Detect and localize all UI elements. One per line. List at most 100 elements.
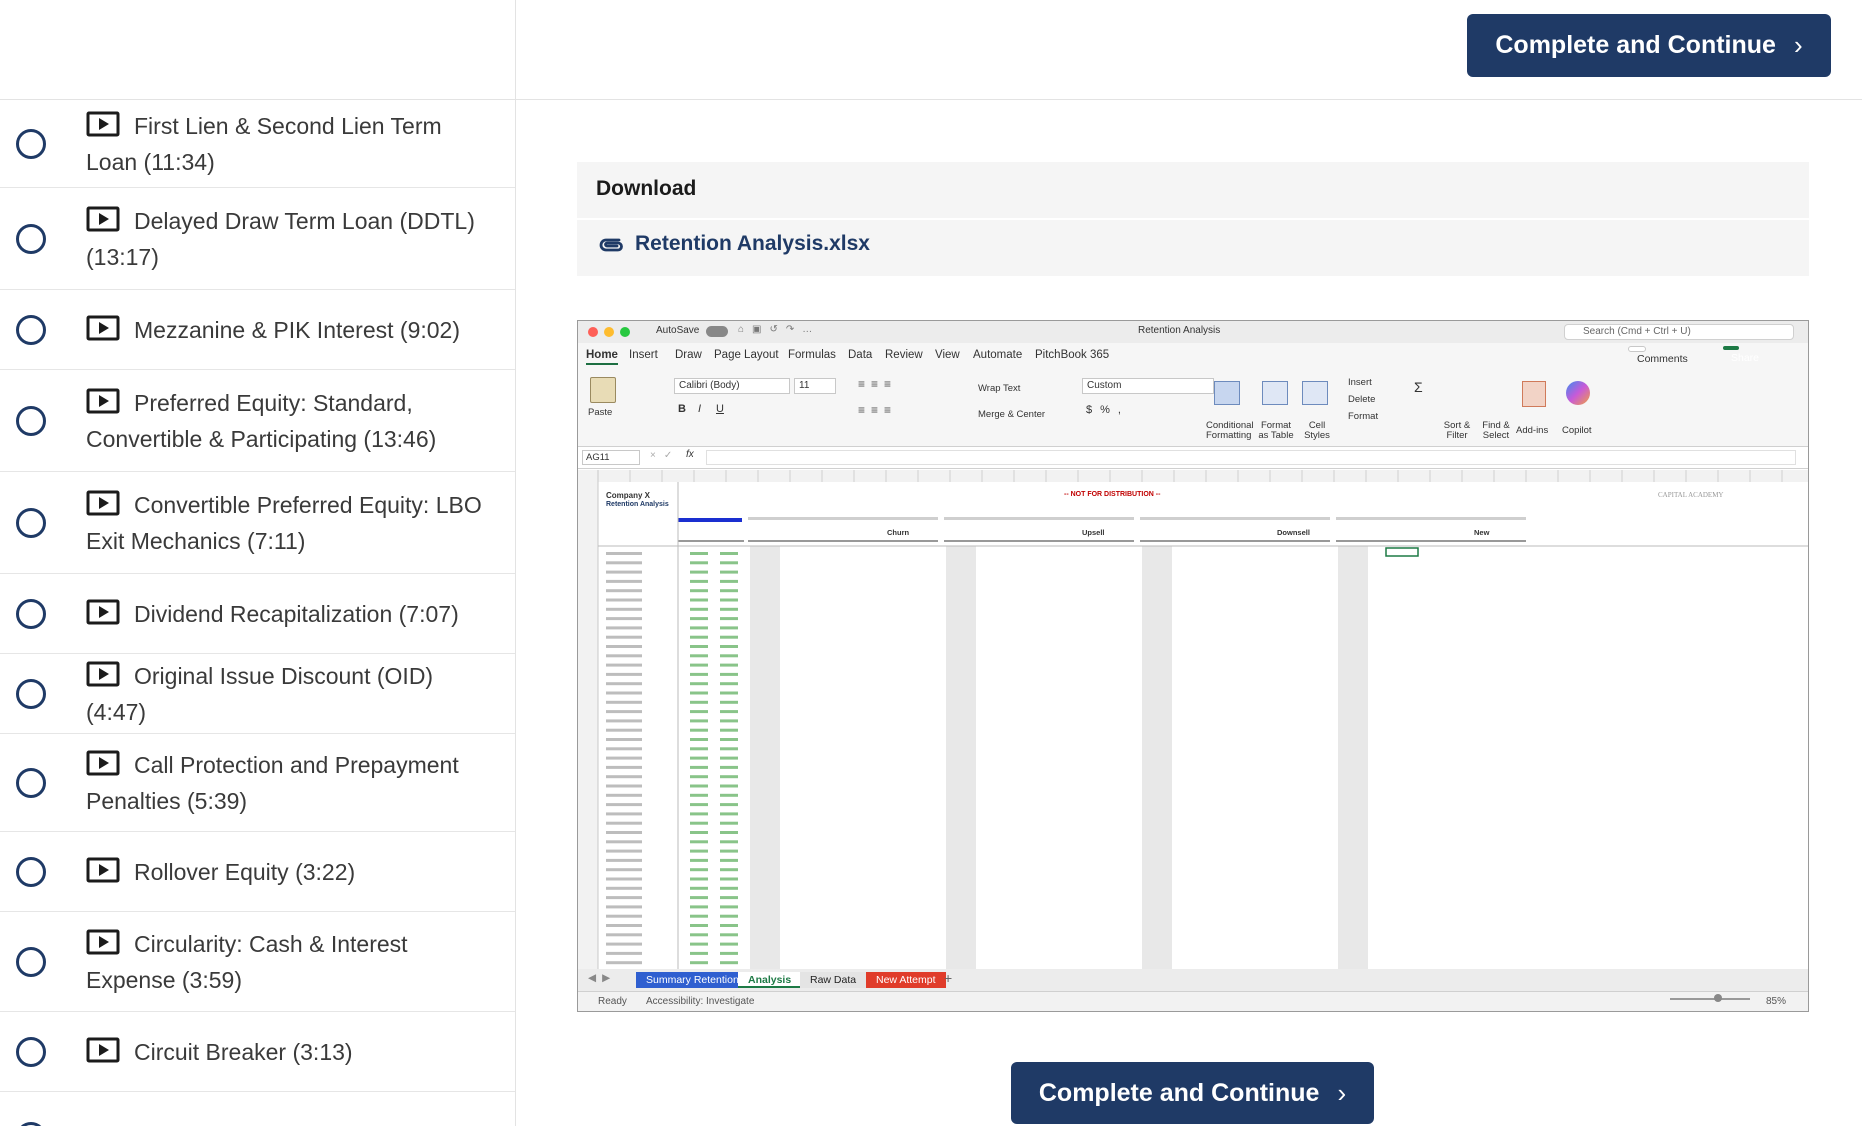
bottom-complete-and-continue-button[interactable]: Complete and Continue › [1011, 1062, 1374, 1124]
value-placeholder [720, 849, 738, 853]
download-file-link[interactable]: Retention Analysis.xlsx [597, 232, 870, 256]
number-format-select[interactable]: Custom [1082, 378, 1214, 394]
lesson-item[interactable]: Mezzanine & PIK Interest (9:02) [0, 290, 515, 370]
ribbon-tab-formulas[interactable]: Formulas [788, 349, 836, 361]
copilot-button[interactable]: Copilot [1562, 425, 1592, 436]
cell-styles-button[interactable]: Cell Styles [1300, 421, 1334, 441]
ribbon-tab-view[interactable]: View [935, 349, 960, 361]
ribbon-tab-pitchbook[interactable]: PitchBook 365 [1035, 349, 1109, 361]
format-as-table-button[interactable]: Format as Table [1258, 421, 1294, 441]
row-label-placeholder [606, 691, 642, 695]
lesson-incomplete-indicator[interactable] [16, 946, 46, 977]
font-name-select[interactable]: Calibri (Body) [674, 378, 790, 394]
value-placeholder [720, 775, 738, 779]
lesson-item[interactable]: Delayed Draw Term Loan (DDTL) (13:17) [0, 188, 515, 290]
value-placeholder [690, 821, 708, 825]
lesson-incomplete-indicator[interactable] [16, 767, 46, 798]
comments-button[interactable]: Comments [1628, 346, 1688, 365]
ribbon-tab-review[interactable]: Review [885, 349, 923, 361]
lesson-item[interactable] [0, 1092, 515, 1126]
value-placeholder [690, 914, 708, 918]
sidebar-header [0, 0, 515, 100]
video-lesson-icon [86, 315, 120, 340]
paste-icon[interactable] [590, 377, 616, 403]
ribbon-tab-page-layout[interactable]: Page Layout [714, 349, 779, 361]
lesson-incomplete-indicator[interactable] [16, 678, 46, 709]
ribbon-tab-insert[interactable]: Insert [629, 349, 658, 361]
font-size-select[interactable]: 11 [794, 378, 836, 394]
sheet-tab-raw-data[interactable]: Raw Data [800, 972, 867, 988]
value-placeholder [690, 645, 708, 648]
lesson-item[interactable]: Convertible Preferred Equity: LBO Exit M… [0, 472, 515, 574]
name-box[interactable]: AG11 [582, 450, 640, 465]
section-header-bar [944, 517, 1134, 520]
autosave-toggle[interactable] [706, 326, 728, 337]
row-label-placeholder [606, 765, 642, 769]
italic-button[interactable]: I [698, 403, 701, 415]
sheet-nav-arrows-icon[interactable]: ◀▶ [588, 972, 616, 984]
number-format-icons[interactable]: $%, [1086, 404, 1129, 416]
ribbon-tab-draw[interactable]: Draw [675, 349, 702, 361]
autosum-icon[interactable]: Σ [1414, 379, 1423, 395]
align-bottom-icons[interactable]: ≡≡≡ [858, 403, 897, 417]
lesson-item[interactable]: Dividend Recapitalization (7:07) [0, 574, 515, 654]
row-label-placeholder [606, 905, 642, 909]
zoom-slider-thumb[interactable] [1714, 994, 1722, 1002]
underline-button[interactable]: U [716, 403, 724, 415]
lesson-incomplete-indicator[interactable] [16, 856, 46, 887]
status-accessibility[interactable]: Accessibility: Investigate [646, 996, 754, 1007]
align-top-icons[interactable]: ≡≡≡ [858, 377, 897, 391]
value-placeholder [720, 858, 738, 862]
row-label-placeholder [606, 858, 642, 862]
value-placeholder [720, 672, 738, 676]
delete-cells-button[interactable]: Delete [1348, 394, 1375, 405]
wrap-text-button[interactable]: Wrap Text [978, 383, 1020, 394]
value-placeholder [690, 933, 708, 937]
complete-and-continue-button[interactable]: Complete and Continue › [1467, 14, 1831, 77]
lesson-incomplete-indicator[interactable] [16, 405, 46, 436]
sheet-tab-analysis[interactable]: Analysis [738, 972, 802, 988]
lesson-item[interactable]: Circuit Breaker (3:13) [0, 1012, 515, 1092]
lesson-incomplete-indicator[interactable] [16, 598, 46, 629]
search-box[interactable]: Search (Cmd + Ctrl + U) [1564, 324, 1794, 340]
ribbon-tab-automate[interactable]: Automate [973, 349, 1022, 361]
lesson-incomplete-indicator[interactable] [16, 128, 46, 159]
value-placeholder [690, 858, 708, 862]
add-sheet-button[interactable]: + [944, 970, 952, 986]
lesson-incomplete-indicator[interactable] [16, 314, 46, 345]
merge-center-button[interactable]: Merge & Center [978, 409, 1045, 420]
find-select-button[interactable]: Find & Select [1478, 421, 1514, 441]
sort-filter-button[interactable]: Sort & Filter [1440, 421, 1474, 441]
sheet-tab-summary-retention[interactable]: Summary Retention [636, 972, 749, 988]
lesson-item[interactable]: Call Protection and Prepayment Penalties… [0, 734, 515, 832]
lesson-incomplete-indicator[interactable] [16, 507, 46, 538]
ribbon-tab-home[interactable]: Home [586, 349, 618, 365]
lesson-incomplete-indicator[interactable] [16, 1036, 46, 1067]
lesson-item[interactable]: Preferred Equity: Standard, Convertible … [0, 370, 515, 472]
ribbon-tab-data[interactable]: Data [848, 349, 872, 361]
lesson-item[interactable]: Original Issue Discount (OID) (4:47) [0, 654, 515, 734]
lesson-title: Dividend Recapitalization (7:07) [86, 596, 459, 632]
value-placeholder [720, 691, 738, 695]
value-placeholder [720, 905, 738, 909]
lesson-incomplete-indicator[interactable] [16, 1121, 46, 1126]
zoom-slider[interactable] [1670, 998, 1750, 1000]
table-icon [1262, 381, 1288, 405]
lesson-item[interactable]: Rollover Equity (3:22) [0, 832, 515, 912]
conditional-formatting-button[interactable]: Conditional Formatting [1206, 421, 1254, 441]
bold-button[interactable]: B [678, 403, 686, 415]
lesson-item[interactable]: First Lien & Second Lien Term Loan (11:3… [0, 100, 515, 188]
function-icon[interactable]: fx [686, 449, 694, 460]
formula-input[interactable] [706, 450, 1796, 465]
sheet-grid[interactable]: Company X Retention Analysis -- NOT FOR … [578, 470, 1808, 970]
lesson-item[interactable]: Circularity: Cash & Interest Expense (3:… [0, 912, 515, 1012]
row-label-placeholder [606, 663, 642, 667]
lesson-title: Circuit Breaker (3:13) [86, 1034, 353, 1070]
add-ins-button[interactable]: Add-ins [1516, 425, 1548, 436]
share-button[interactable]: Share [1723, 346, 1759, 364]
sheet-tab-new-attempt[interactable]: New Attempt [866, 972, 946, 988]
value-placeholder [720, 617, 738, 621]
lesson-incomplete-indicator[interactable] [16, 223, 46, 254]
insert-cells-button[interactable]: Insert [1348, 377, 1372, 388]
format-cells-button[interactable]: Format [1348, 411, 1378, 422]
